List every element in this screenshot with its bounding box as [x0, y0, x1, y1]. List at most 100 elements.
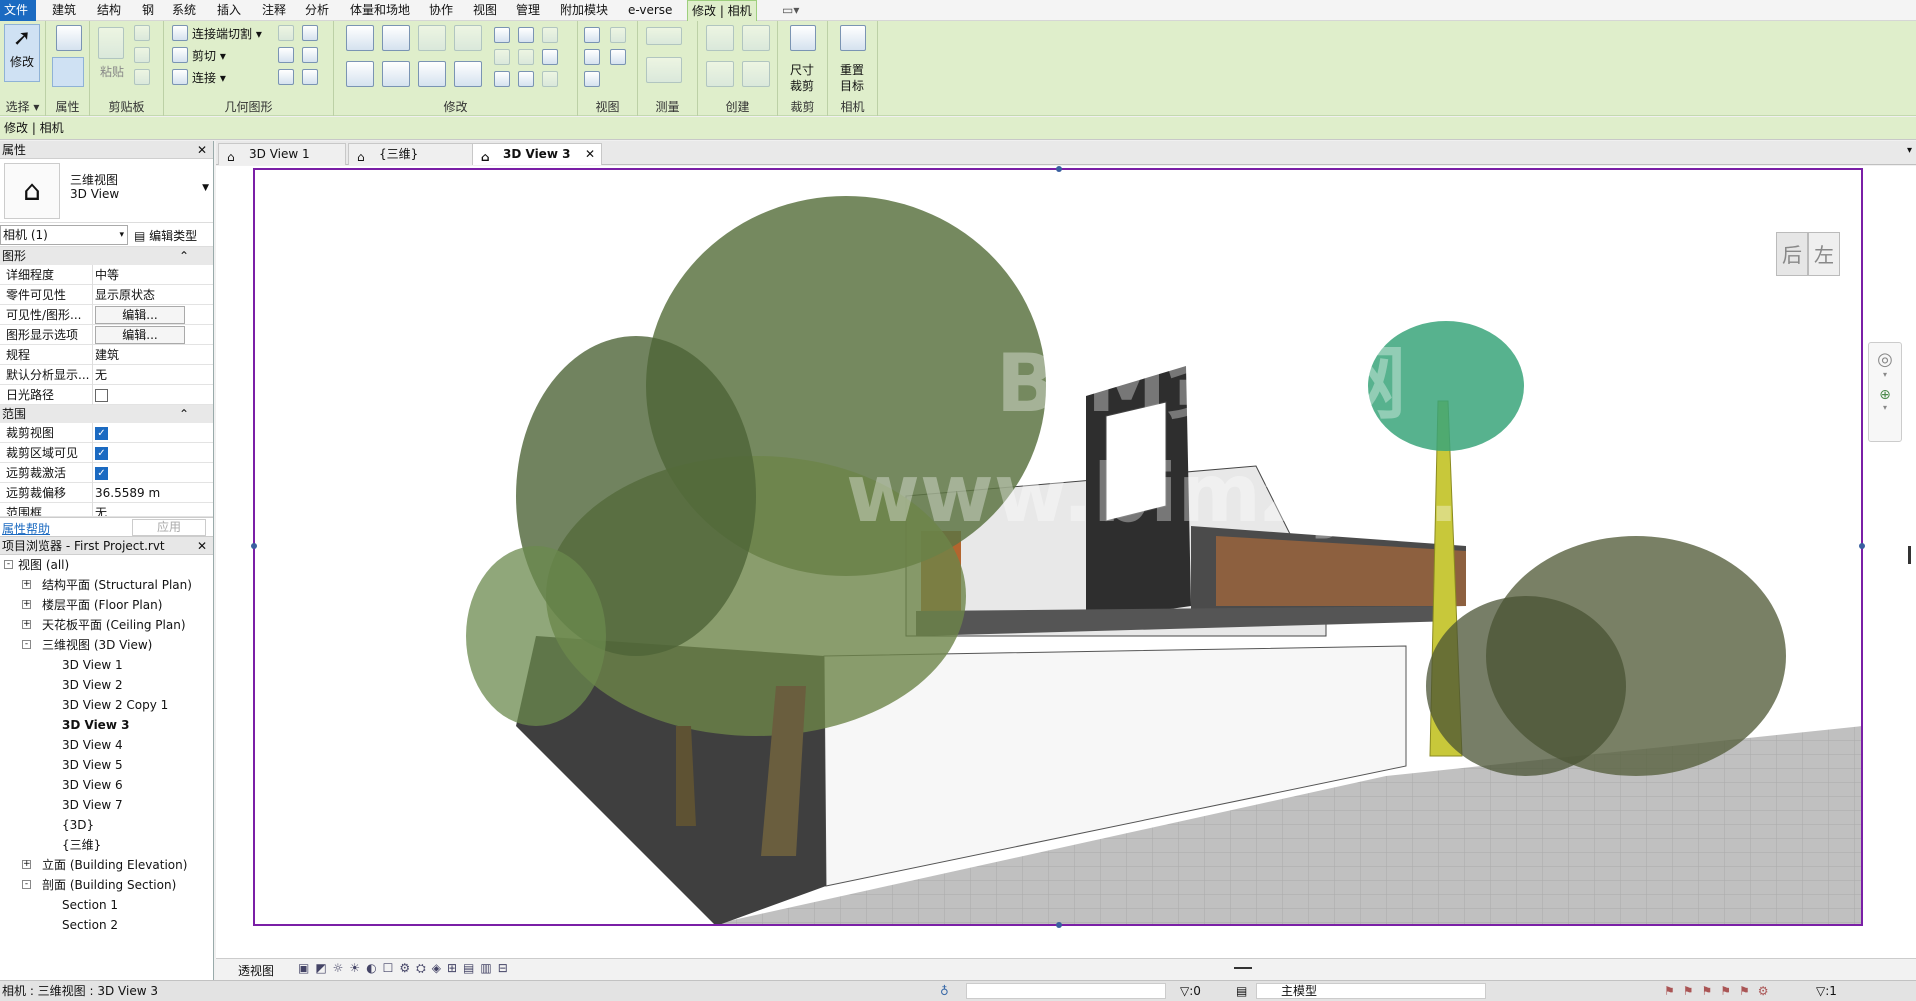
offset-icon[interactable] — [382, 25, 410, 51]
override-graphics-icon[interactable] — [610, 27, 626, 43]
selection-options-icons[interactable]: ⚑⚑⚑⚑⚑⚙ — [1664, 981, 1777, 1001]
menu-file[interactable]: 文件 — [0, 0, 36, 21]
modify-button[interactable]: ➚ 修改 — [4, 24, 40, 82]
tree-item[interactable]: + 结构平面 (Structural Plan) — [0, 575, 213, 595]
panel-select-label[interactable]: 选择 ▾ — [0, 98, 45, 115]
crop-handle-top[interactable] — [1056, 166, 1062, 172]
rotate-icon[interactable] — [418, 61, 446, 87]
instance-selector[interactable]: 相机 (1) ▾ — [0, 225, 128, 245]
align-icon[interactable] — [346, 25, 374, 51]
crop-handle-right[interactable] — [1859, 543, 1865, 549]
browser-close-icon[interactable]: ✕ — [197, 537, 207, 555]
design-options-icon[interactable]: ▤ — [1236, 981, 1247, 1001]
join-cut-label[interactable]: 连接端切割 ▾ — [192, 25, 262, 42]
paste-icon[interactable] — [98, 27, 124, 59]
tree-item[interactable]: 3D View 3 — [0, 715, 213, 735]
tree-item[interactable]: 3D View 1 — [0, 655, 213, 675]
crop-handle-left[interactable] — [251, 543, 257, 549]
tree-item[interactable]: + 立面 (Building Elevation) — [0, 855, 213, 875]
dimension-icon[interactable] — [646, 57, 682, 83]
join-label[interactable]: 连接 ▾ — [192, 69, 226, 86]
properties-button[interactable] — [52, 57, 84, 87]
join-icon[interactable] — [172, 69, 188, 85]
resize-grip-icon[interactable] — [1234, 967, 1252, 969]
demolish-icon[interactable] — [302, 47, 318, 63]
tree-item[interactable]: {3D} — [0, 815, 213, 835]
steering-wheel-icon[interactable]: ◎ — [1869, 349, 1901, 370]
tree-item[interactable]: {三维} — [0, 835, 213, 855]
menu-addins[interactable]: 附加模块 — [556, 0, 612, 21]
tree-item[interactable]: 3D View 2 Copy 1 — [0, 695, 213, 715]
tree-item[interactable]: + 天花板平面 (Ceiling Plan) — [0, 615, 213, 635]
tree-item[interactable]: - 剖面 (Building Section) — [0, 875, 213, 895]
collapse-icon[interactable]: ⌃ — [179, 247, 189, 265]
expand-icon[interactable]: + — [22, 620, 31, 629]
reset-target-label-2[interactable]: 目标 — [840, 77, 864, 94]
collapse-icon[interactable]: - — [4, 560, 13, 569]
tab-close-icon[interactable]: ✕ — [585, 144, 595, 164]
hammer-icon[interactable] — [302, 69, 318, 85]
worksets-icon[interactable]: ♁ — [940, 981, 949, 1001]
group-extents[interactable]: 范围 ⌃ — [0, 405, 213, 423]
zoom-region-icon[interactable]: ⊕ — [1869, 387, 1901, 403]
prop-value[interactable]: 建筑 — [92, 345, 192, 365]
reset-target-label-1[interactable]: 重置 — [840, 61, 864, 78]
model-dropdown[interactable]: 主模型 — [1256, 983, 1486, 999]
type-dropdown-icon[interactable]: ▼ — [202, 183, 209, 193]
view-cube[interactable]: 后 左 — [1776, 232, 1844, 282]
expand-icon[interactable]: + — [22, 860, 31, 869]
scale-icon[interactable] — [518, 49, 534, 65]
collapse-icon[interactable]: - — [22, 880, 31, 889]
move-icon[interactable] — [346, 61, 374, 87]
type-properties-icon[interactable] — [56, 25, 82, 51]
create-parts-icon[interactable] — [742, 25, 770, 51]
mirror-draw-icon[interactable] — [454, 25, 482, 51]
split-face-icon[interactable] — [302, 25, 318, 41]
create-similar-icon[interactable] — [742, 61, 770, 87]
menu-insert[interactable]: 插入 — [213, 0, 245, 21]
cut-label[interactable]: 剪切 ▾ — [192, 47, 226, 64]
pin-icon[interactable] — [542, 27, 558, 43]
split-element-icon[interactable] — [494, 27, 510, 43]
tab-3d-default[interactable]: ⌂ {三维} — [348, 143, 476, 165]
properties-help-link[interactable]: 属性帮助 — [2, 520, 50, 537]
tab-3d-view-3[interactable]: ⌂ 3D View 3 ✕ — [472, 143, 602, 165]
menu-collaborate[interactable]: 协作 — [425, 0, 457, 21]
chevron-down-icon[interactable]: ▾ — [1869, 403, 1901, 412]
viewport-3d[interactable]: BIM资源网 www.bimzyw.com 后 左 ◎ ▾ ⊕ ▾ — [216, 166, 1916, 958]
menu-extra-icon[interactable]: ▭▾ — [778, 0, 803, 21]
tree-item[interactable]: 3D View 4 — [0, 735, 213, 755]
create-group-icon[interactable] — [706, 61, 734, 87]
thin-lines-icon[interactable] — [610, 49, 626, 65]
tree-item[interactable]: 3D View 6 — [0, 775, 213, 795]
cut-geometry-icon[interactable] — [172, 47, 188, 63]
split-gap-icon[interactable] — [518, 27, 534, 43]
collapse-icon[interactable]: ⌃ — [179, 405, 189, 423]
match-type-icon[interactable] — [134, 69, 150, 85]
collapse-icon[interactable]: - — [22, 640, 31, 649]
tree-item[interactable]: Section 2 — [0, 915, 213, 935]
prop-value[interactable]: 无 — [92, 365, 192, 385]
prop-value[interactable]: 显示原状态 — [92, 285, 192, 305]
expand-icon[interactable]: + — [22, 600, 31, 609]
tree-item[interactable]: 3D View 7 — [0, 795, 213, 815]
linework-brush-icon[interactable] — [584, 49, 600, 65]
group-graphics[interactable]: 图形 ⌃ — [0, 247, 213, 265]
join-cut-icon[interactable] — [172, 25, 188, 41]
prop-value[interactable]: 中等 — [92, 265, 192, 285]
measure-icon[interactable] — [646, 27, 682, 45]
edit-vg-button[interactable]: 编辑... — [95, 306, 185, 324]
menu-manage[interactable]: 管理 — [512, 0, 544, 21]
edit-display-button[interactable]: 编辑... — [95, 326, 185, 344]
extend-multiple-icon[interactable] — [518, 71, 534, 87]
menu-architecture[interactable]: 建筑 — [48, 0, 80, 21]
sun-path-checkbox[interactable] — [95, 389, 108, 402]
size-crop-icon[interactable] — [790, 25, 816, 51]
scrollbar-thumb[interactable] — [1908, 546, 1911, 564]
filter-status[interactable]: ▽:1 — [1816, 981, 1837, 1001]
crop-handle-bottom[interactable] — [1056, 922, 1062, 928]
workset-dropdown[interactable] — [966, 983, 1166, 999]
menu-steel[interactable]: 钢 — [138, 0, 158, 21]
cut-clip-icon[interactable] — [134, 25, 150, 41]
chevron-down-icon[interactable]: ▾ — [1869, 370, 1901, 379]
